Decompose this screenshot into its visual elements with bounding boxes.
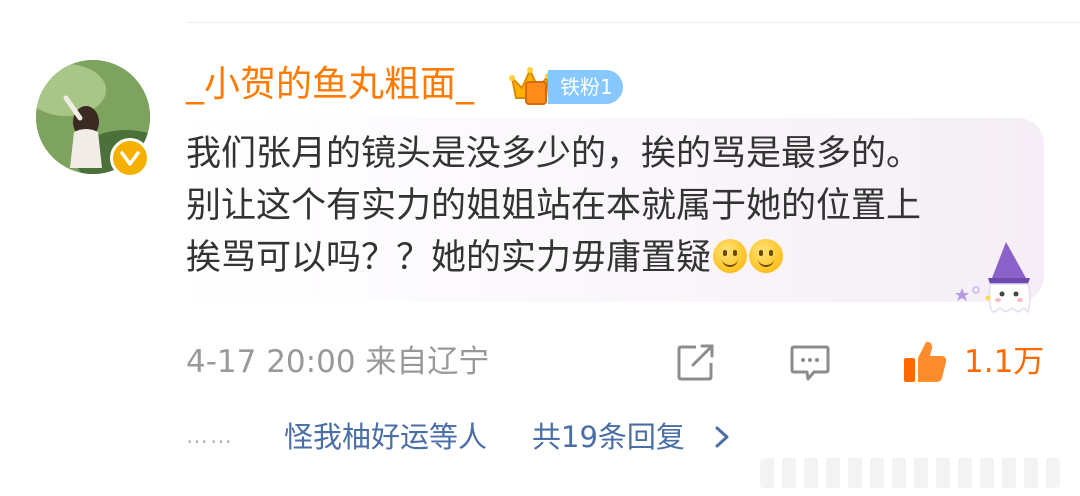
ghost-sticker-icon (955, 242, 1031, 314)
smile-emoji-icon (749, 239, 784, 273)
comment-line-3: 挨骂可以吗？？她的实力毋庸置疑 (186, 238, 712, 278)
comment-icon[interactable] (790, 344, 830, 382)
share-icon[interactable] (676, 344, 716, 382)
comment-meta: 4-17 20:00 来自辽宁 (186, 344, 490, 380)
like-icon[interactable] (902, 338, 948, 384)
replies-dots: …… (186, 424, 234, 449)
chevron-right-icon (715, 426, 729, 448)
smile-emoji-icon (713, 239, 748, 273)
fan-badge: 铁粉1 (548, 70, 623, 104)
comment-line-3-wrap: 挨骂可以吗？？她的实力毋庸置疑 (186, 232, 1036, 284)
top-divider (186, 22, 1080, 23)
watermark (760, 458, 1060, 488)
reply-user-link[interactable]: 怪我柚好运等人 (284, 416, 487, 458)
username[interactable]: _小贺的鱼丸粗面_ (186, 62, 474, 108)
like-count[interactable]: 1.1万 (964, 340, 1044, 384)
comment-text: 我们张月的镜头是没多少的，挨的骂是最多的。 别让这个有实力的姐姐站在本就属于她的… (186, 128, 1036, 284)
verified-badge-icon (110, 138, 150, 178)
comment-line-1: 我们张月的镜头是没多少的，挨的骂是最多的。 (186, 134, 922, 174)
comment-line-2: 别让这个有实力的姐姐站在本就属于她的位置上 (186, 186, 922, 226)
reply-count-link[interactable]: 共19条回复 (532, 416, 685, 458)
